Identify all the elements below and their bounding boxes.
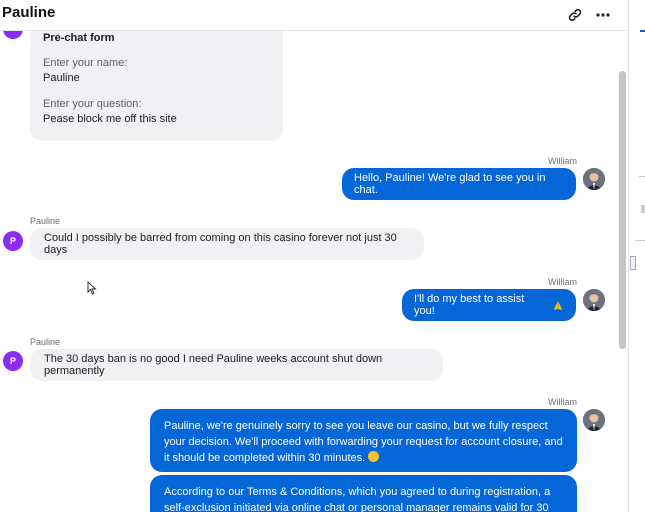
visitor-avatar: P (3, 231, 23, 251)
agent-avatar (583, 409, 605, 431)
panel-line (635, 240, 645, 241)
prechat-title: Pre-chat form (43, 32, 115, 44)
visitor-message-bubble: The 30 days ban is no good I need Paulin… (30, 349, 443, 381)
message-list[interactable]: Pre-chat form Enter your name: Pauline E… (0, 31, 628, 512)
link-icon[interactable] (565, 5, 585, 25)
visitor-avatar: P (3, 351, 23, 371)
agent-message-bubble: According to our Terms & Conditions, whi… (150, 475, 577, 512)
name-label: Enter your name: (43, 57, 128, 69)
agent-message-bubble: I'll do my best to assist you! (402, 289, 576, 321)
side-panel-edge (628, 0, 645, 512)
sender-name: William (548, 397, 577, 407)
sad-face-emoji-icon (368, 451, 380, 462)
question-value: Pease block me off this site (43, 113, 177, 125)
agent-message-bubble: Pauline, we're genuinely sorry to see yo… (150, 409, 577, 472)
panel-accent (640, 30, 645, 32)
message-text: I'll do my best to assist you! (414, 293, 525, 317)
agent-avatar (583, 168, 605, 190)
more-options-icon[interactable] (593, 5, 613, 25)
scrollbar[interactable] (619, 71, 626, 349)
message-text: Pauline, we're genuinely sorry to see yo… (164, 420, 563, 464)
agent-message-bubble: Hello, Pauline! We're glad to see you in… (342, 168, 576, 200)
folded-hands-emoji-icon (554, 300, 563, 310)
agent-avatar (583, 289, 605, 311)
panel-mark (630, 256, 636, 270)
visitor-avatar (3, 31, 23, 39)
contact-name: Pauline (2, 4, 56, 21)
prechat-form-card: Pre-chat form Enter your name: Pauline E… (30, 31, 283, 141)
sender-name: Pauline (30, 216, 61, 226)
mouse-pointer-icon (87, 281, 97, 295)
sender-name: William (548, 277, 577, 287)
question-label: Enter your question: (43, 98, 142, 110)
panel-line (639, 176, 645, 177)
sender-name: William (548, 156, 577, 166)
name-value: Pauline (43, 72, 80, 84)
sender-name: Pauline (30, 337, 61, 347)
message-text: Hello, Pauline! We're glad to see you in… (354, 172, 546, 196)
chat-header: Pauline (0, 0, 628, 31)
visitor-message-bubble: Could I possibly be barred from coming o… (30, 228, 424, 260)
chat-window: Pauline Pre-chat form Enter your name: P… (0, 0, 645, 512)
message-text: The 30 days ban is no good I need Paulin… (44, 353, 383, 377)
panel-mark (641, 205, 645, 213)
message-text: Could I possibly be barred from coming o… (44, 232, 397, 256)
message-text: According to our Terms & Conditions, whi… (164, 486, 551, 512)
